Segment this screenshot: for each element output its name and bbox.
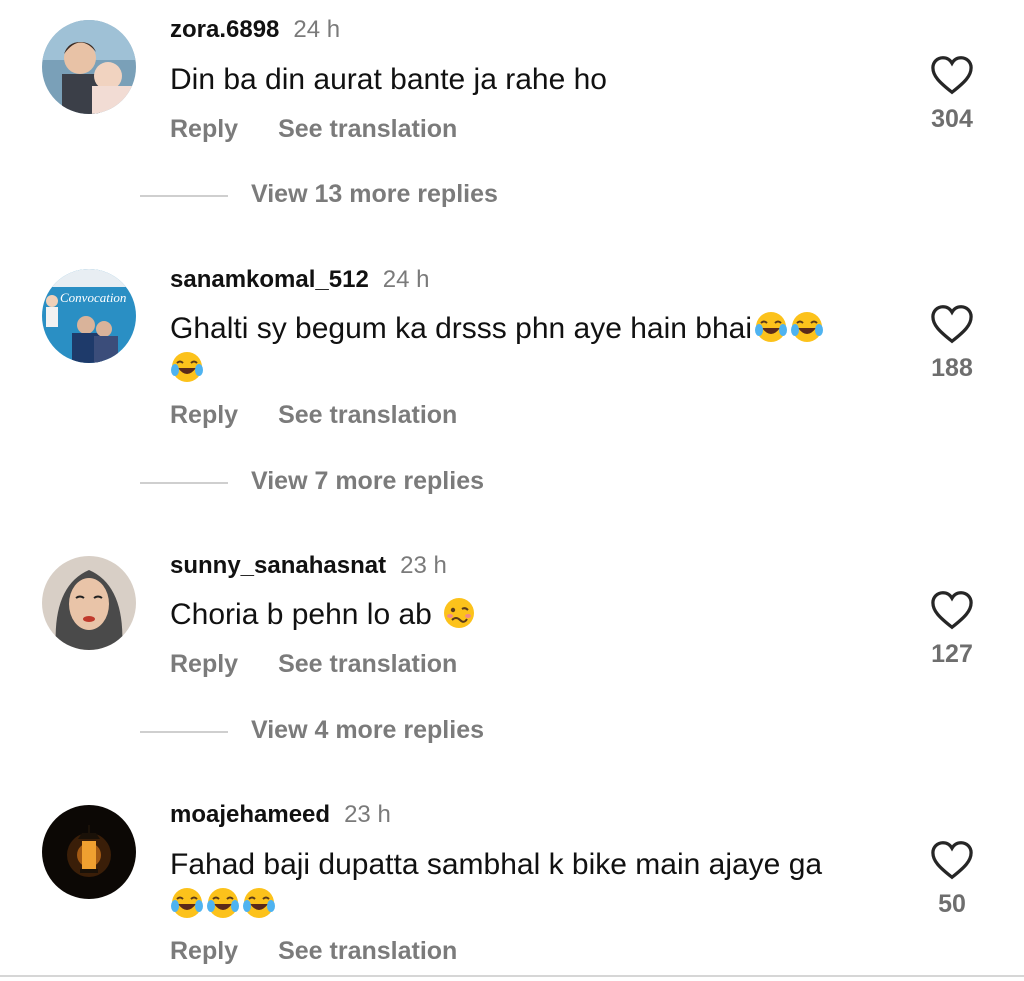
- heart-icon[interactable]: [930, 304, 974, 344]
- laughing-tears-emoji-icon: [242, 886, 276, 920]
- comment-text-content: Fahad baji dupatta sambhal k bike main a…: [170, 848, 823, 881]
- view-more-replies[interactable]: View 13 more replies: [140, 180, 540, 210]
- laughing-tears-emoji-icon: [790, 310, 824, 344]
- like-count: 304: [931, 105, 973, 133]
- view-more-replies[interactable]: View 7 more replies: [140, 467, 540, 497]
- timestamp: 24 h: [293, 16, 341, 43]
- comment-text-content: Choria b pehn lo ab: [170, 598, 432, 631]
- timestamp: 23 h: [400, 552, 447, 579]
- comment-meta: zora.6898 24 h: [170, 16, 340, 44]
- username[interactable]: sunny_sanahasnat: [170, 552, 386, 579]
- view-more-replies-label[interactable]: View 4 more replies: [251, 716, 484, 745]
- like-count: 127: [931, 640, 973, 668]
- comment-text-content: Ghalti sy begum ka drsss phn aye hain bh…: [170, 312, 752, 345]
- like-control: 50: [922, 840, 982, 919]
- see-translation-button[interactable]: See translation: [278, 115, 457, 143]
- view-more-replies[interactable]: View 4 more replies: [140, 716, 540, 746]
- heart-icon[interactable]: [930, 840, 974, 880]
- username[interactable]: sanamkomal_512: [170, 266, 369, 293]
- reply-button[interactable]: Reply: [170, 401, 238, 429]
- avatar-children-photo-icon: [42, 20, 136, 114]
- replies-divider-line: [140, 195, 228, 197]
- avatar[interactable]: Convocation: [42, 269, 136, 363]
- comment-text-content: Din ba din aurat bante ja rahe ho: [170, 63, 607, 96]
- like-control: 304: [922, 55, 982, 134]
- username[interactable]: zora.6898: [170, 16, 279, 43]
- comment-actions: Reply See translation: [170, 937, 457, 966]
- like-count: 50: [938, 890, 966, 918]
- comment-meta: moajehameed 23 h: [170, 801, 391, 829]
- reply-button[interactable]: Reply: [170, 650, 238, 678]
- comment-meta: sunny_sanahasnat 23 h: [170, 552, 447, 580]
- avatar[interactable]: [42, 805, 136, 899]
- view-more-replies-label[interactable]: View 7 more replies: [251, 467, 484, 496]
- like-count: 188: [931, 354, 973, 382]
- replies-divider-line: [140, 482, 228, 484]
- comment-actions: Reply See translation: [170, 401, 457, 430]
- like-control: 127: [922, 590, 982, 669]
- comment-text: Fahad baji dupatta sambhal k bike main a…: [170, 845, 870, 925]
- avatar-convocation-photo-icon: Convocation: [42, 269, 136, 363]
- comment-text: Choria b pehn lo ab: [170, 595, 870, 635]
- heart-icon[interactable]: [930, 55, 974, 95]
- laughing-tears-emoji-icon: [206, 886, 240, 920]
- avatar[interactable]: [42, 556, 136, 650]
- heart-icon[interactable]: [930, 590, 974, 630]
- avatar-lantern-photo-icon: [42, 805, 136, 899]
- avatar[interactable]: [42, 20, 136, 114]
- see-translation-button[interactable]: See translation: [278, 650, 457, 678]
- reply-button[interactable]: Reply: [170, 937, 238, 965]
- like-control: 188: [922, 304, 982, 383]
- comment-actions: Reply See translation: [170, 650, 457, 679]
- laughing-tears-emoji-icon: [754, 310, 788, 344]
- comment-text: Din ba din aurat bante ja rahe ho: [170, 60, 870, 100]
- avatar-illustrated-woman-icon: [42, 556, 136, 650]
- username[interactable]: moajehameed: [170, 801, 330, 828]
- comment-text: Ghalti sy begum ka drsss phn aye hain bh…: [170, 309, 870, 389]
- laughing-tears-emoji-icon: [170, 886, 204, 920]
- timestamp: 23 h: [344, 801, 391, 828]
- avatar-convocation-text: Convocation: [60, 290, 126, 305]
- replies-divider-line: [140, 731, 228, 733]
- comment-actions: Reply See translation: [170, 115, 457, 144]
- see-translation-button[interactable]: See translation: [278, 937, 457, 965]
- timestamp: 24 h: [382, 266, 430, 293]
- bottom-divider: [0, 975, 1024, 977]
- see-translation-button[interactable]: See translation: [278, 401, 457, 429]
- comment-meta: sanamkomal_512 24 h: [170, 266, 430, 294]
- view-more-replies-label[interactable]: View 13 more replies: [251, 180, 498, 209]
- laughing-tears-emoji-icon: [170, 350, 204, 384]
- reply-button[interactable]: Reply: [170, 115, 238, 143]
- woozy-face-emoji-icon: [442, 596, 476, 630]
